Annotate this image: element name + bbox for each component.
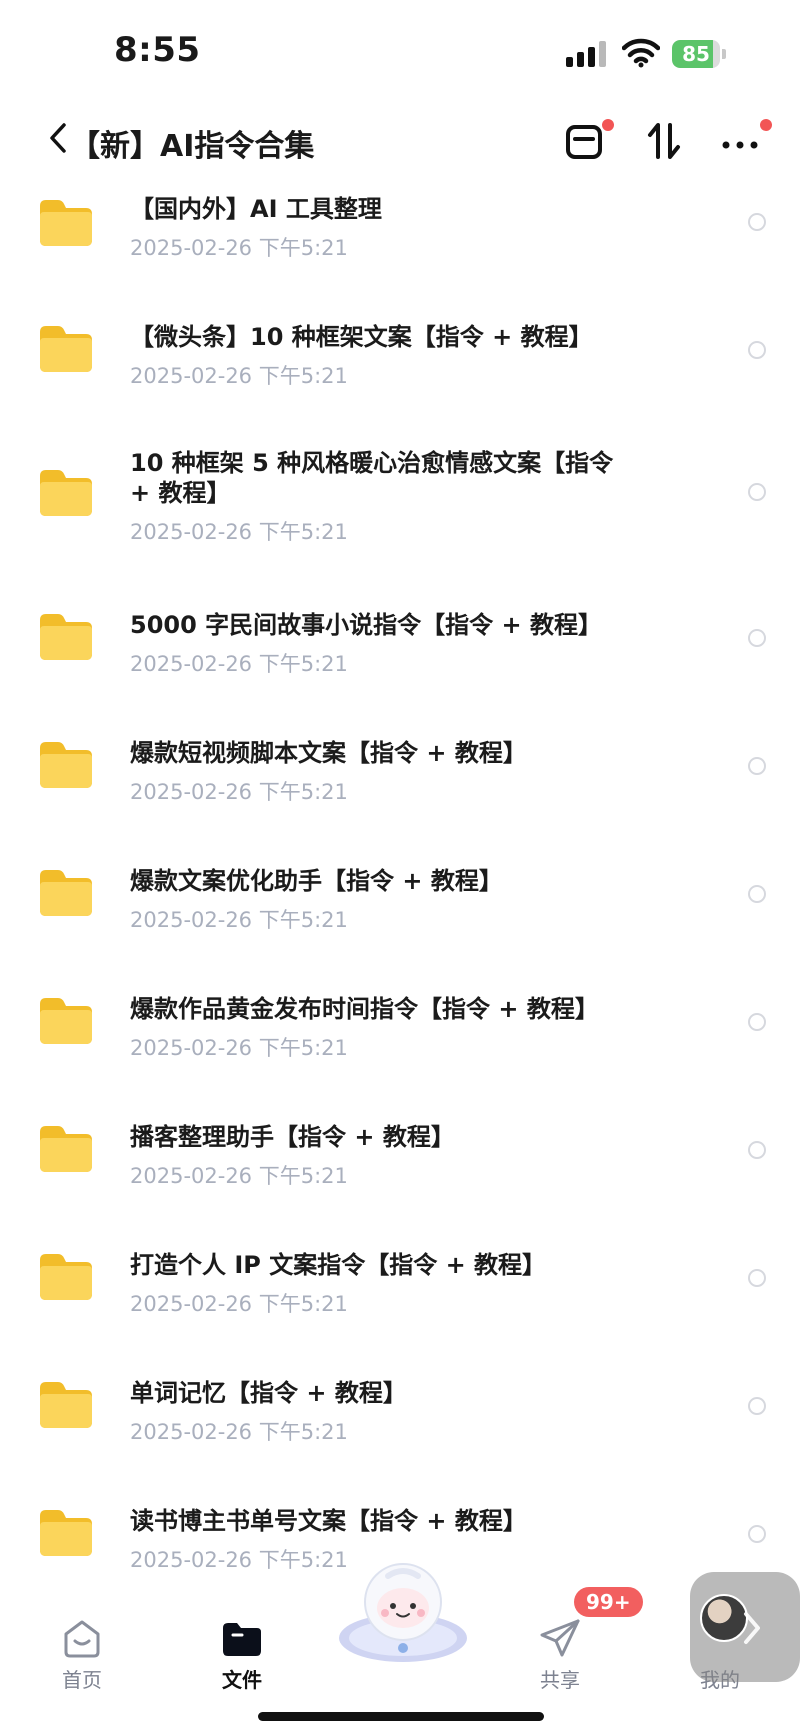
file-row[interactable]: 爆款短视频脚本文案【指令 + 教程】 2025-02-26 下午5:21 — [0, 714, 800, 842]
folder-icon — [40, 870, 92, 916]
inbox-badge-dot — [602, 119, 614, 131]
file-date: 2025-02-26 下午5:21 — [130, 652, 348, 676]
signal-icon — [566, 41, 606, 67]
file-name: 单词记忆【指令 + 教程】 — [130, 1379, 407, 1407]
select-checkbox[interactable] — [748, 1269, 766, 1287]
file-name: 爆款短视频脚本文案【指令 + 教程】 — [130, 739, 527, 767]
tab-share-label: 共享 — [540, 1668, 580, 1692]
chevron-right-icon[interactable] — [740, 1610, 764, 1646]
more-icon — [722, 141, 758, 149]
share-count-badge: 99+ — [574, 1587, 643, 1617]
select-checkbox[interactable] — [748, 629, 766, 647]
folder-icon — [40, 326, 92, 372]
share-icon — [540, 1619, 580, 1657]
file-row[interactable]: 播客整理助手【指令 + 教程】 2025-02-26 下午5:21 — [0, 1098, 800, 1226]
file-row[interactable]: 爆款文案优化助手【指令 + 教程】 2025-02-26 下午5:21 — [0, 842, 800, 970]
folder-icon — [40, 1254, 92, 1300]
file-name: 【微头条】10 种框架文案【指令 + 教程】 — [130, 323, 593, 351]
status-bar: 8:55 85 — [0, 0, 800, 100]
mascot-icon[interactable] — [332, 1556, 474, 1666]
inbox-button[interactable] — [560, 117, 614, 165]
file-date: 2025-02-26 下午5:21 — [130, 908, 348, 932]
home-icon — [64, 1620, 100, 1658]
select-checkbox[interactable] — [748, 1141, 766, 1159]
tab-files-label: 文件 — [222, 1668, 262, 1692]
wifi-icon — [622, 38, 660, 68]
file-date: 2025-02-26 下午5:21 — [130, 364, 348, 388]
file-name: 播客整理助手【指令 + 教程】 — [130, 1123, 455, 1151]
folder-icon — [40, 1382, 92, 1428]
file-row[interactable]: 爆款作品黄金发布时间指令【指令 + 教程】 2025-02-26 下午5:21 — [0, 970, 800, 1098]
file-name: 5000 字民间故事小说指令【指令 + 教程】 — [130, 611, 602, 639]
sort-button[interactable] — [640, 117, 688, 165]
file-name: 10 种框架 5 种风格暖心治愈情感文案【指令 + 教程】 — [130, 449, 614, 507]
select-checkbox[interactable] — [748, 1013, 766, 1031]
folder-icon — [40, 1126, 92, 1172]
more-badge-dot — [760, 119, 772, 131]
select-checkbox[interactable] — [748, 1397, 766, 1415]
status-time: 8:55 — [114, 30, 201, 70]
file-name: 爆款文案优化助手【指令 + 教程】 — [130, 867, 503, 895]
file-name: 【国内外】AI 工具整理 — [130, 195, 382, 223]
files-icon — [223, 1623, 261, 1656]
back-icon[interactable] — [46, 121, 70, 155]
file-row[interactable]: 【微头条】10 种框架文案【指令 + 教程】 2025-02-26 下午5:21 — [0, 298, 800, 426]
select-checkbox[interactable] — [748, 341, 766, 359]
file-date: 2025-02-26 下午5:21 — [130, 1036, 348, 1060]
folder-icon — [40, 470, 92, 516]
file-row[interactable]: 【国内外】AI 工具整理 2025-02-26 下午5:21 — [0, 180, 800, 298]
file-row[interactable]: 打造个人 IP 文案指令【指令 + 教程】 2025-02-26 下午5:21 — [0, 1226, 800, 1354]
file-date: 2025-02-26 下午5:21 — [130, 1292, 348, 1316]
select-checkbox[interactable] — [748, 1525, 766, 1543]
file-row[interactable]: 10 种框架 5 种风格暖心治愈情感文案【指令 + 教程】 2025-02-26… — [0, 426, 800, 586]
select-checkbox[interactable] — [748, 757, 766, 775]
select-checkbox[interactable] — [748, 483, 766, 501]
file-date: 2025-02-26 下午5:21 — [130, 520, 348, 544]
battery-body: 85 — [672, 40, 720, 68]
battery-indicator: 85 — [672, 40, 728, 68]
more-button[interactable] — [716, 117, 772, 165]
folder-icon — [40, 1510, 92, 1556]
file-name: 爆款作品黄金发布时间指令【指令 + 教程】 — [130, 995, 599, 1023]
folder-icon — [40, 200, 92, 246]
inbox-icon — [566, 125, 602, 159]
folder-icon — [40, 998, 92, 1044]
file-row[interactable]: 单词记忆【指令 + 教程】 2025-02-26 下午5:21 — [0, 1354, 800, 1482]
tab-home-label: 首页 — [62, 1668, 102, 1692]
battery-percent: 85 — [682, 42, 710, 66]
battery-tip — [722, 49, 726, 59]
sort-icon — [648, 123, 680, 159]
file-date: 2025-02-26 下午5:21 — [130, 780, 348, 804]
page-title: 【新】AI指令合集 — [70, 129, 315, 164]
folder-icon — [40, 614, 92, 660]
folder-icon — [40, 742, 92, 788]
select-checkbox[interactable] — [748, 885, 766, 903]
nav-bar: 【新】AI指令合集 — [0, 105, 800, 175]
file-date: 2025-02-26 下午5:21 — [130, 236, 348, 260]
file-date: 2025-02-26 下午5:21 — [130, 1420, 348, 1444]
file-date: 2025-02-26 下午5:21 — [130, 1164, 348, 1188]
home-indicator — [258, 1712, 544, 1721]
file-row[interactable]: 5000 字民间故事小说指令【指令 + 教程】 2025-02-26 下午5:2… — [0, 586, 800, 714]
file-name: 读书博主书单号文案【指令 + 教程】 — [130, 1507, 527, 1535]
file-name: 打造个人 IP 文案指令【指令 + 教程】 — [130, 1251, 547, 1279]
select-checkbox[interactable] — [748, 213, 766, 231]
